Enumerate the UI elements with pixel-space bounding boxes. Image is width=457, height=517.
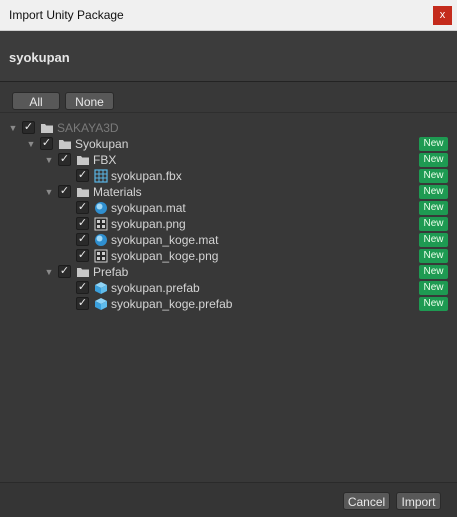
tree-item-label: syokupan.png — [111, 217, 186, 231]
expand-arrow-icon[interactable]: ▼ — [44, 184, 54, 200]
expand-arrow-icon[interactable]: ▼ — [44, 152, 54, 168]
include-checkbox[interactable]: ✓ — [76, 169, 89, 182]
include-checkbox[interactable]: ✓ — [22, 121, 35, 134]
new-badge: New — [419, 281, 448, 295]
tree-item-label: syokupan_koge.png — [111, 249, 219, 263]
new-badge: New — [419, 185, 448, 199]
new-badge: New — [419, 265, 448, 279]
import-button[interactable]: Import — [396, 492, 441, 510]
tree-row[interactable]: ✓ syokupan_koge.prefab New — [0, 296, 457, 312]
expand-arrow-icon[interactable]: ▼ — [8, 120, 18, 136]
material-icon — [94, 201, 108, 215]
tree-item-label: SAKAYA3D — [57, 121, 119, 135]
tree-row[interactable]: ✓ syokupan.mat New — [0, 200, 457, 216]
include-checkbox[interactable]: ✓ — [76, 233, 89, 246]
mesh-icon — [94, 169, 108, 183]
tree-row[interactable]: ✓ syokupan.prefab New — [0, 280, 457, 296]
include-checkbox[interactable]: ✓ — [76, 281, 89, 294]
prefab-icon — [94, 297, 108, 311]
folder-icon — [76, 153, 90, 167]
expand-arrow-icon[interactable]: ▼ — [44, 264, 54, 280]
package-header: syokupan — [0, 31, 457, 82]
tree-row[interactable]: ✓ syokupan_koge.png New — [0, 248, 457, 264]
tree-item-label: Prefab — [93, 265, 129, 279]
close-button[interactable]: x — [433, 6, 452, 25]
tree-item-label: FBX — [93, 153, 117, 167]
package-tree: ▼ ✓ SAKAYA3D ▼ ✓ Syokupan New ▼ ✓ FBX New ✓ syokupan… — [0, 112, 457, 482]
include-checkbox[interactable]: ✓ — [40, 137, 53, 150]
window-title: Import Unity Package — [9, 8, 124, 22]
tree-row[interactable]: ✓ syokupan.fbx New — [0, 168, 457, 184]
include-checkbox[interactable]: ✓ — [58, 265, 71, 278]
tree-item-label: Syokupan — [75, 137, 129, 151]
texture-icon — [94, 249, 108, 263]
texture-icon — [94, 217, 108, 231]
tree-item-label: syokupan.prefab — [111, 281, 200, 295]
tree-row[interactable]: ✓ syokupan_koge.mat New — [0, 232, 457, 248]
new-badge: New — [419, 137, 448, 151]
new-badge: New — [419, 249, 448, 263]
folder-icon — [58, 137, 72, 151]
folder-icon — [76, 265, 90, 279]
tree-row[interactable]: ▼ ✓ Syokupan New — [0, 136, 457, 152]
include-checkbox[interactable]: ✓ — [76, 217, 89, 230]
material-icon — [94, 233, 108, 247]
prefab-icon — [94, 281, 108, 295]
folder-icon — [40, 121, 54, 135]
include-checkbox[interactable]: ✓ — [58, 153, 71, 166]
include-checkbox[interactable]: ✓ — [76, 201, 89, 214]
package-name: syokupan — [9, 50, 70, 65]
include-checkbox[interactable]: ✓ — [76, 249, 89, 262]
new-badge: New — [419, 233, 448, 247]
new-badge: New — [419, 297, 448, 311]
tree-item-label: syokupan_koge.mat — [111, 233, 219, 247]
include-checkbox[interactable]: ✓ — [58, 185, 71, 198]
tree-item-label: Materials — [93, 185, 142, 199]
dialog-footer: Cancel Import — [0, 482, 457, 517]
tree-row[interactable]: ▼ ✓ SAKAYA3D — [0, 120, 457, 136]
cancel-button[interactable]: Cancel — [343, 492, 390, 510]
select-none-button[interactable]: None — [65, 92, 114, 110]
expand-arrow-icon[interactable]: ▼ — [26, 136, 36, 152]
select-all-button[interactable]: All — [12, 92, 60, 110]
new-badge: New — [419, 217, 448, 231]
new-badge: New — [419, 169, 448, 183]
include-checkbox[interactable]: ✓ — [76, 297, 89, 310]
tree-row[interactable]: ▼ ✓ Materials New — [0, 184, 457, 200]
tree-row[interactable]: ▼ ✓ FBX New — [0, 152, 457, 168]
tree-row[interactable]: ✓ syokupan.png New — [0, 216, 457, 232]
new-badge: New — [419, 201, 448, 215]
folder-icon — [76, 185, 90, 199]
title-bar: Import Unity Package x — [0, 0, 457, 31]
tree-row[interactable]: ▼ ✓ Prefab New — [0, 264, 457, 280]
tree-item-label: syokupan.mat — [111, 201, 186, 215]
tree-item-label: syokupan.fbx — [111, 169, 182, 183]
new-badge: New — [419, 153, 448, 167]
tree-item-label: syokupan_koge.prefab — [111, 297, 233, 311]
selection-toolbar: All None — [0, 82, 457, 112]
